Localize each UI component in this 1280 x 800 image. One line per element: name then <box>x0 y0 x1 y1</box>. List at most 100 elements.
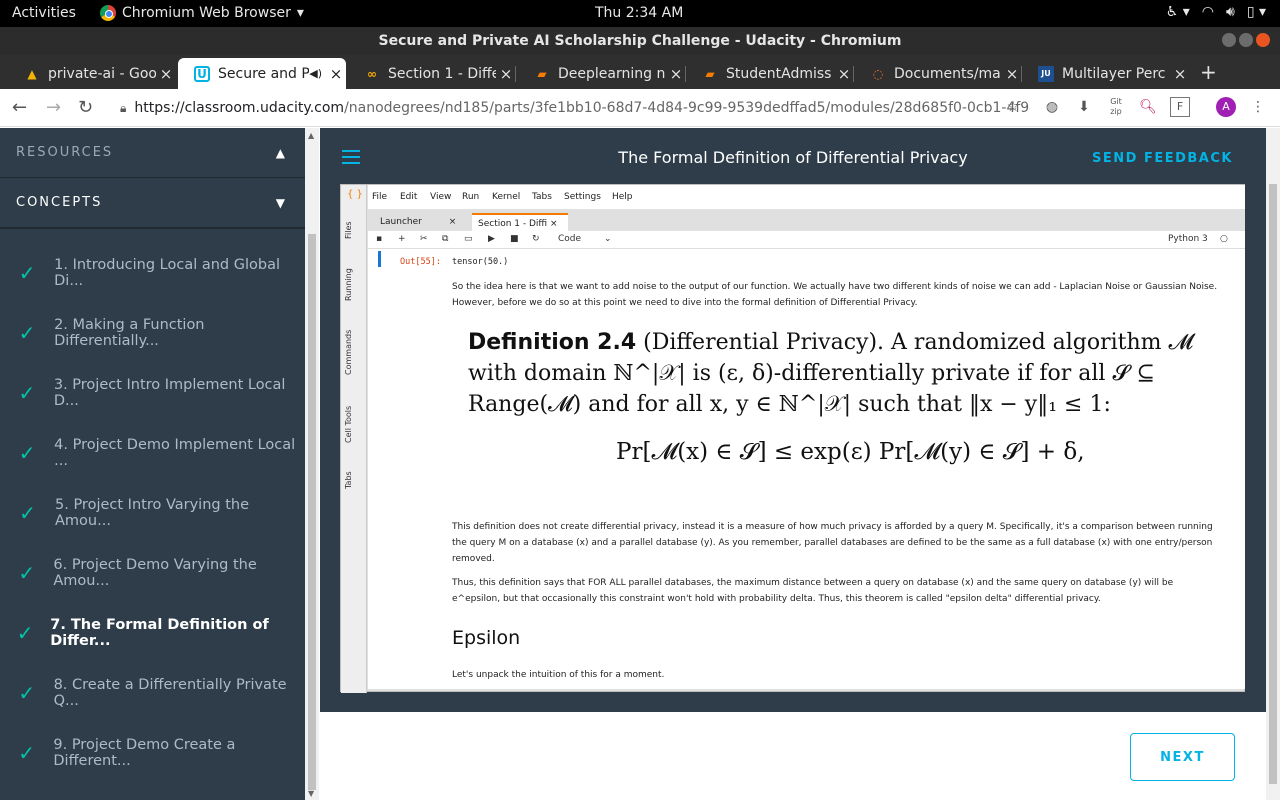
tab-private-ai[interactable]: ▲ private-ai - Goo × <box>8 58 176 89</box>
sidebar-concept-9[interactable]: ✓ 9. Project Demo Create a Different... <box>0 723 305 783</box>
tab-strip: ▲ private-ai - Goo × U Secure and P ◀︎) … <box>0 55 1280 89</box>
sidebar-concept-5[interactable]: ✓ 5. Project Intro Varying the Amou... <box>0 483 305 543</box>
cell-type-select[interactable]: Code <box>558 234 581 244</box>
scrollbar-thumb[interactable] <box>308 234 316 790</box>
side-tab-cell-tools[interactable]: Cell Tools <box>344 406 353 443</box>
add-cell-icon[interactable]: + <box>398 234 406 244</box>
tab-documents[interactable]: ◌ Documents/ma × <box>854 58 1022 89</box>
side-tab-tabs[interactable]: Tabs <box>344 471 353 489</box>
sidebar-concept-8[interactable]: ✓ 8. Create a Differentially Private Q... <box>0 663 305 723</box>
close-icon[interactable]: × <box>449 217 457 227</box>
send-feedback-button[interactable]: SEND FEEDBACK <box>1092 128 1233 190</box>
menu-kebab-icon[interactable]: ⋮ <box>1248 97 1268 117</box>
activities-button[interactable]: Activities <box>12 5 76 21</box>
concepts-section[interactable]: CONCEPTS ▼ <box>0 178 305 228</box>
clock[interactable]: Thu 2:34 AM <box>595 5 683 21</box>
menu-view[interactable]: View <box>430 192 451 202</box>
save-icon[interactable]: ▪ <box>376 234 382 244</box>
menu-help[interactable]: Help <box>612 192 633 202</box>
address-bar[interactable]: 🔒︎ https://classroom.udacity.com/nanodegr… <box>110 93 1030 123</box>
search-extension-icon[interactable]: 🔍︎ <box>1138 97 1158 117</box>
kernel-status-icon: ○ <box>1220 234 1228 244</box>
app-menu[interactable]: Chromium Web Browser ▾ <box>100 5 304 21</box>
output-prompt: Out[55]: <box>400 257 441 267</box>
avatar[interactable]: A <box>1216 97 1236 117</box>
chevron-down-icon: ▼ <box>275 195 287 210</box>
reload-button[interactable]: ↻ <box>78 97 93 118</box>
extension-f-icon[interactable]: F <box>1170 97 1190 117</box>
sidebar-concept-3[interactable]: ✓ 3. Project Intro Implement Local D... <box>0 363 305 423</box>
close-icon[interactable]: × <box>834 65 854 83</box>
scrollbar-thumb[interactable] <box>1269 184 1277 784</box>
menu-edit[interactable]: Edit <box>400 192 417 202</box>
download-icon[interactable]: ⬇ <box>1074 97 1094 117</box>
jupyter-logo-icon: { } <box>347 189 363 200</box>
stop-icon[interactable]: ■ <box>510 234 519 244</box>
new-tab-button[interactable]: + <box>1200 60 1217 84</box>
close-icon[interactable]: × <box>1002 65 1022 83</box>
restart-icon[interactable]: ↻ <box>532 234 540 244</box>
menu-file[interactable]: File <box>372 192 387 202</box>
forward-button[interactable]: → <box>46 97 61 118</box>
check-icon: ✓ <box>18 441 36 465</box>
tab-studentadmissions[interactable]: ▰ StudentAdmiss × <box>686 58 854 89</box>
scroll-down-icon[interactable]: ▼ <box>308 789 314 798</box>
scroll-up-icon[interactable]: ▲ <box>308 131 314 140</box>
window-title: Secure and Private AI Scholarship Challe… <box>378 33 902 49</box>
jupyter-icon: ◌ <box>872 66 884 81</box>
menu-kernel[interactable]: Kernel <box>492 192 520 202</box>
close-window-button[interactable] <box>1256 33 1270 47</box>
next-button[interactable]: NEXT <box>1130 733 1235 781</box>
paste-icon[interactable]: ▭ <box>464 234 473 244</box>
side-tab-files[interactable]: Files <box>344 221 353 239</box>
audio-icon[interactable]: ◀︎) <box>309 67 322 80</box>
menu-run[interactable]: Run <box>462 192 479 202</box>
copy-icon[interactable]: ⧉ <box>442 234 448 244</box>
system-tray[interactable]: ♿ ▾ ◠ 🔊︎ ▯ ▾ <box>1166 4 1266 20</box>
lock-icon[interactable]: 🔒︎ <box>120 101 126 115</box>
back-button[interactable]: ← <box>12 97 27 118</box>
main-scrollbar[interactable] <box>1266 128 1280 800</box>
output-value: tensor(50.) <box>452 257 509 267</box>
tab-udacity[interactable]: U Secure and P ◀︎) × <box>178 58 346 89</box>
git-zip-icon[interactable]: Git zip <box>1106 97 1126 117</box>
close-icon[interactable]: × <box>326 65 346 83</box>
sidebar-scrollbar[interactable]: ▲ ▼ <box>305 128 319 800</box>
side-tab-running[interactable]: Running <box>344 268 353 301</box>
maximize-button[interactable] <box>1239 33 1253 47</box>
accessibility-icon[interactable]: ♿ ▾ <box>1166 4 1190 20</box>
extension-globe-icon[interactable]: ◍ <box>1042 97 1062 117</box>
tab-colab[interactable]: ∞ Section 1 - Diffe × <box>348 58 516 89</box>
jupyter-tab-bar: Launcher × Section 1 - Diffi × <box>368 209 1245 231</box>
sidebar-concept-1[interactable]: ✓ 1. Introducing Local and Global Di... <box>0 243 305 303</box>
tab-launcher[interactable]: Launcher × <box>374 213 470 231</box>
concepts-label: CONCEPTS <box>16 195 103 210</box>
markdown-paragraph-4: Let's unpack the intuition of this for a… <box>452 670 665 680</box>
side-tab-commands[interactable]: Commands <box>344 330 353 375</box>
run-icon[interactable]: ▶ <box>488 234 495 244</box>
sidebar-concept-4[interactable]: ✓ 4. Project Demo Implement Local ... <box>0 423 305 483</box>
definition-title: Definition 2.4 <box>468 330 637 355</box>
close-icon[interactable]: × <box>666 65 686 83</box>
sidebar-concept-2[interactable]: ✓ 2. Making a Function Differentially... <box>0 303 305 363</box>
kernel-name[interactable]: Python 3 <box>1168 234 1208 244</box>
sidebar-concept-7[interactable]: ✓ 7. The Formal Definition of Differ... <box>0 603 305 663</box>
check-icon: ✓ <box>18 381 36 405</box>
close-icon[interactable]: × <box>550 219 558 229</box>
resources-section[interactable]: RESOURCES ▲ <box>0 128 305 178</box>
menu-tabs[interactable]: Tabs <box>532 192 552 202</box>
notebook-toolbar: ▪ + ✂ ⧉ ▭ ▶ ■ ↻ Code ⌄ Python 3 ○ <box>368 231 1245 249</box>
tab-deeplearning[interactable]: ▰ Deeplearning n × <box>518 58 686 89</box>
menu-settings[interactable]: Settings <box>564 192 601 202</box>
close-icon[interactable]: × <box>1170 65 1190 83</box>
close-icon[interactable]: × <box>156 65 176 83</box>
video-player[interactable]: { } Files Running Commands Cell Tools Ta… <box>320 184 1266 712</box>
minimize-button[interactable] <box>1222 33 1236 47</box>
sidebar-concept-6[interactable]: ✓ 6. Project Demo Varying the Amou... <box>0 543 305 603</box>
tab-section-1[interactable]: Section 1 - Diffi × <box>472 213 568 231</box>
close-icon[interactable]: × <box>496 65 516 83</box>
jupyter-menu-bar: File Edit View Run Kernel Tabs Settings … <box>368 185 1245 209</box>
bookmark-star-icon[interactable]: ☆ <box>1003 97 1023 117</box>
cut-icon[interactable]: ✂ <box>420 234 428 244</box>
tab-multilayer[interactable]: JU Multilayer Perc × <box>1022 58 1190 89</box>
